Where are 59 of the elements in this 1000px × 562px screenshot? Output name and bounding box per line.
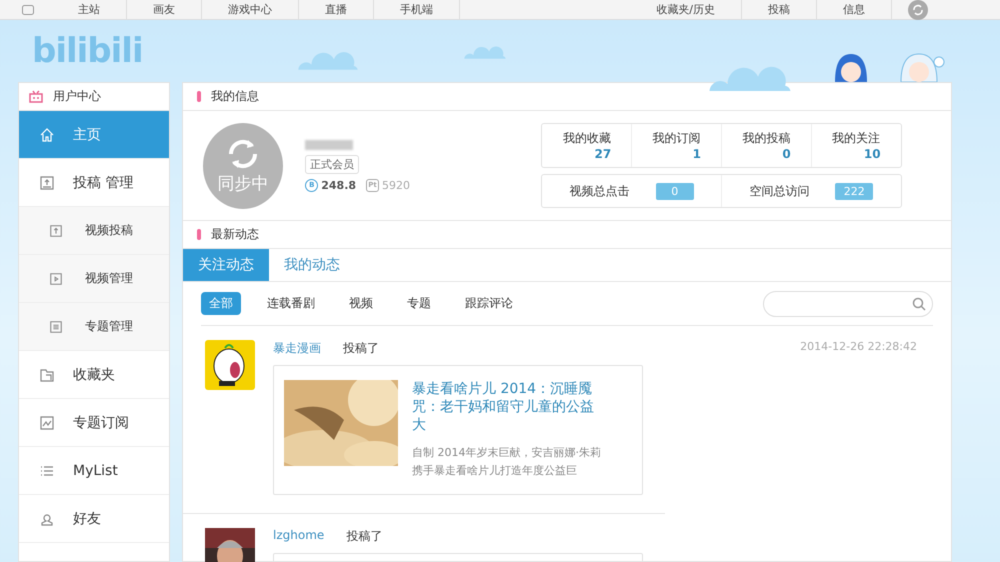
stat-value[interactable]: 27 (594, 147, 612, 161)
stat-label: 我的投稿 (742, 130, 790, 147)
section-marker (197, 229, 201, 240)
stat-label: 我的订阅 (652, 130, 701, 147)
nav-link[interactable]: 投稿 (742, 0, 817, 20)
tab[interactable]: 我的动态 (269, 249, 355, 281)
nav-link[interactable]: 收藏夹/历史 (630, 0, 742, 20)
home-icon (39, 126, 55, 142)
post-description: 自制 2014年岁末巨献，安吉丽娜·朱莉携手暴走看啥片儿打造年度公益巨 (412, 445, 602, 479)
menu-icon[interactable] (22, 4, 34, 14)
nav-link[interactable]: 游戏中心 (202, 0, 299, 20)
chart-icon (39, 414, 55, 430)
sidebar-item[interactable]: 视频投稿 (19, 207, 169, 255)
stat-value[interactable]: 10 (864, 147, 881, 161)
nav-link[interactable]: 画友 (127, 0, 202, 20)
total-label: 视频总点击 (570, 182, 630, 200)
tv-icon (29, 90, 43, 103)
sidebar-item[interactable]: 专题管理 (19, 303, 169, 351)
user-link[interactable]: 暴走漫画 (273, 340, 321, 357)
cloud-drawing (462, 45, 508, 59)
stat-label: 我的关注 (832, 130, 880, 147)
post-title[interactable]: 暴走看啥片儿 2014：沉睡魇咒：老干妈和留守儿童的公益大 (412, 380, 602, 434)
user-link[interactable]: lzghome (273, 528, 324, 545)
member-badge: 正式会员 (305, 154, 360, 174)
upload-icon (39, 174, 55, 190)
action-text: 投稿了 (343, 340, 379, 357)
folder-icon (39, 366, 55, 382)
total-label: 空间总访问 (749, 182, 810, 200)
play-icon (49, 272, 63, 286)
filter-tab[interactable]: 专题 (399, 292, 439, 315)
filter-tab[interactable]: 跟踪评论 (457, 292, 521, 315)
post-time: 2014-12-26 22:28:42 (800, 340, 917, 353)
total-value: 0 (656, 182, 694, 200)
stat-value[interactable]: 1 (692, 147, 701, 161)
points-count: 5920 (382, 178, 410, 192)
stat-value[interactable]: 0 (782, 147, 791, 161)
search-icon[interactable] (912, 296, 926, 310)
coin-count: 248.8 (321, 178, 356, 192)
user-avatar-icon[interactable] (908, 0, 928, 20)
filter-tab[interactable]: 视频 (341, 292, 381, 315)
section-title: 我的信息 (211, 88, 259, 105)
list-icon (49, 320, 63, 334)
nav-link[interactable]: 主站 (52, 0, 127, 20)
stat-label: 我的收藏 (562, 130, 611, 147)
section-marker (197, 91, 201, 102)
total-value: 222 (835, 182, 874, 200)
avatar-status: 同步中 (218, 173, 269, 195)
upload-icon (49, 224, 63, 238)
sidebar-title: 用户中心 (53, 88, 101, 105)
nav-link[interactable]: 手机端 (374, 0, 460, 20)
blurred-username (305, 140, 354, 150)
section-title: 最新动态 (211, 226, 259, 243)
sidebar-item[interactable]: 视频管理 (19, 255, 169, 303)
action-text: 投稿了 (346, 528, 382, 545)
filter-tab[interactable]: 连载番剧 (259, 292, 323, 315)
search-field[interactable] (763, 290, 933, 316)
nav-link[interactable]: 直播 (299, 0, 374, 20)
post-card[interactable]: 暴走看啥片儿 2014：沉睡魇咒：老干妈和留守儿童的公益大 自制 2014年岁末巨献，安吉丽娜·朱莉携手暴走看啥片儿打造年度公益巨 (273, 365, 643, 495)
nav-link[interactable]: 信息 (817, 0, 892, 20)
